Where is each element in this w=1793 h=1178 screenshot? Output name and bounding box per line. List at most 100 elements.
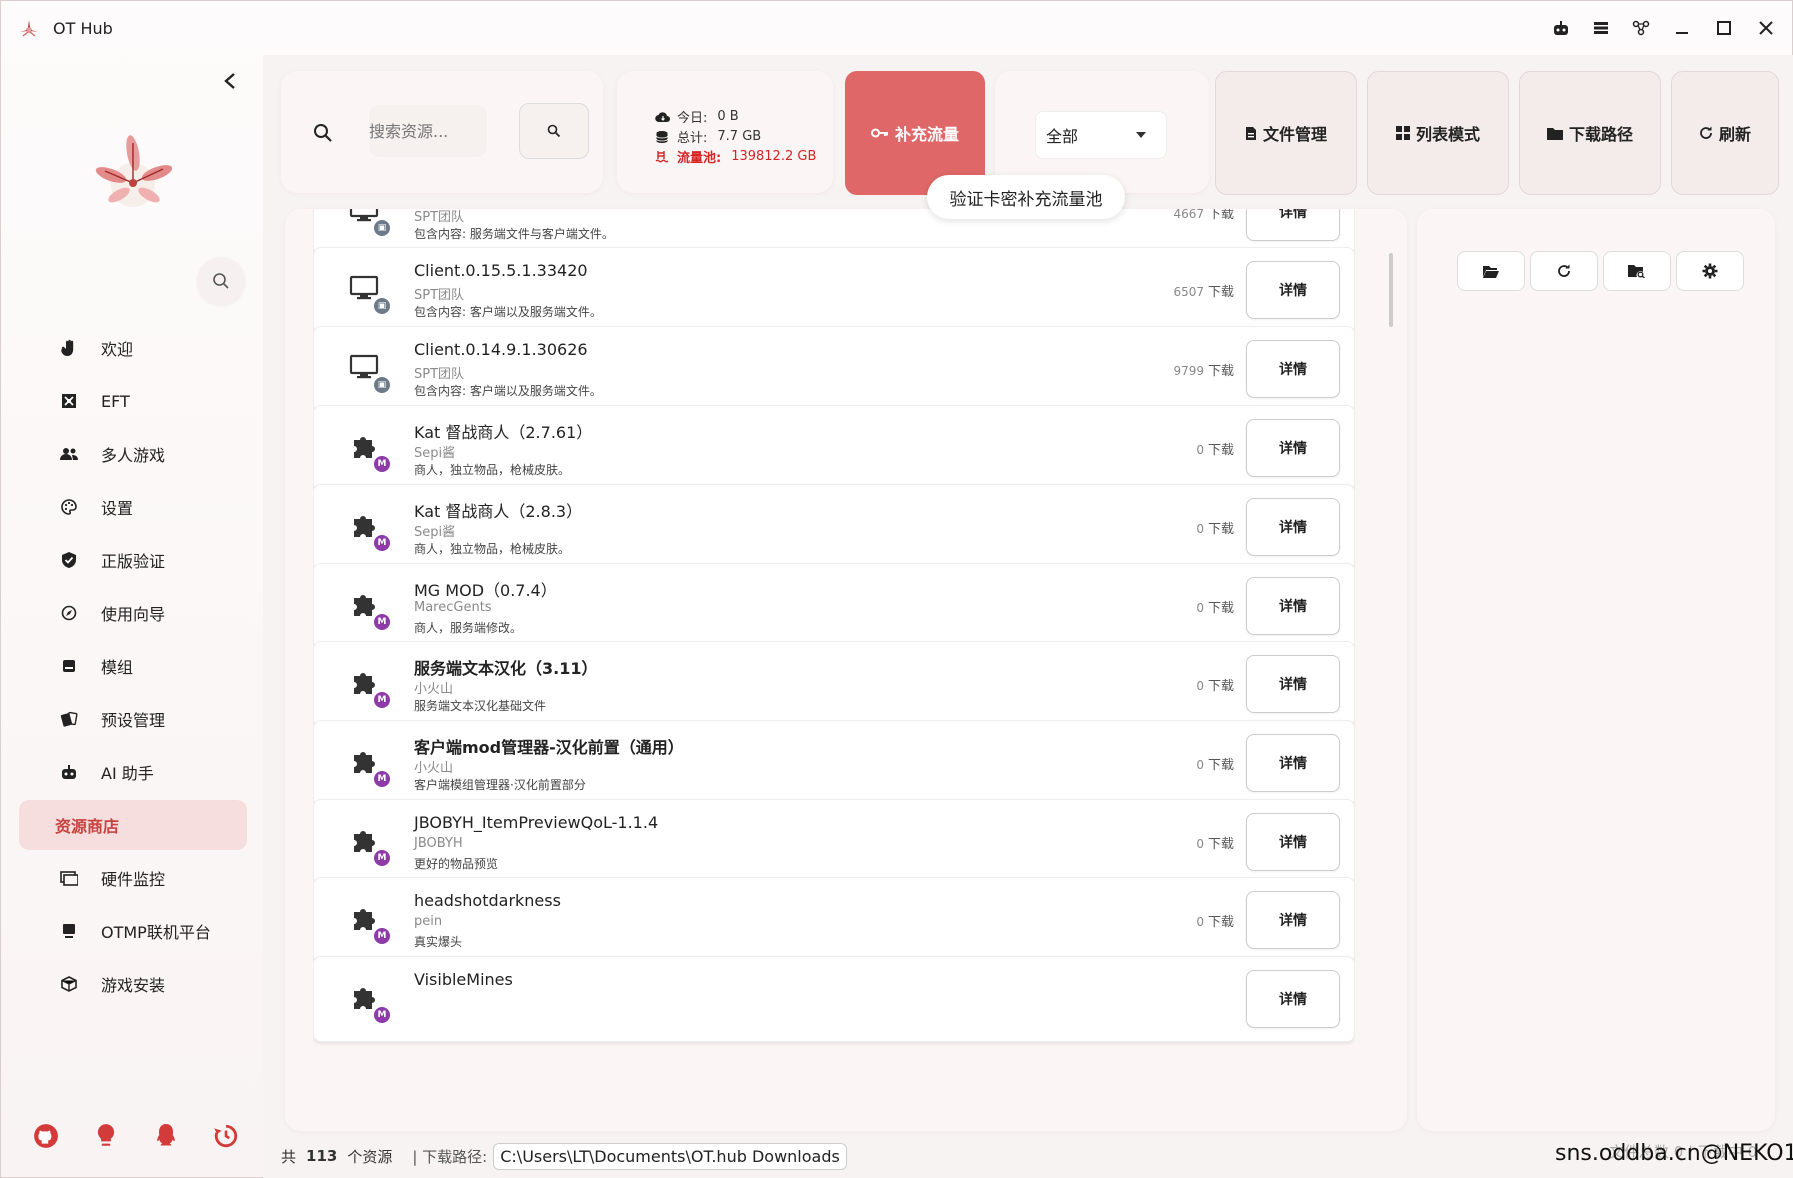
resource-description: 包含内容: 客户端以及服务端文件。 [414,384,602,398]
sidebar-item-label: EFT [101,391,130,411]
list-scrollbar[interactable] [1389,253,1393,327]
file-settings-button[interactable] [1676,251,1744,291]
reload-files-button[interactable] [1530,251,1598,291]
monitor-icon [348,272,380,304]
sidebar-item-label: 多人游戏 [101,446,166,465]
sidebar-item-welcome[interactable]: 欢迎 [19,323,247,373]
eft-icon [59,391,79,411]
sidebar-item-settings[interactable]: 设置 [19,482,247,532]
resource-row[interactable]: M 服务端文本汉化（3.11） 小火山 服务端文本汉化基础文件 0 下载 详情 [313,641,1355,727]
detail-button[interactable]: 详情 [1246,970,1340,1028]
resource-row[interactable]: ▣ Client.0.15.5.1.33420 SPT团队 包含内容: 客户端以及服务… [313,247,1355,333]
resource-description: 商人，独立物品，枪械皮肤。 [414,542,571,556]
resource-row[interactable]: M JBOBYH_ItemPreviewQoL-1.1.4 JBOBYH 更好的物品预… [313,799,1355,885]
sidebar-item-hardware-monitor[interactable]: 硬件监控 [19,853,247,903]
cloud-download-icon [655,110,671,124]
history-icon[interactable] [211,1121,241,1151]
folder-search-icon [1628,265,1645,278]
resource-description: 包含内容: 服务端文件与客户端文件。 [414,227,614,241]
refresh-icon [1699,126,1713,140]
sidebar-item-game-install[interactable]: 游戏安装 [19,959,247,1009]
category-filter-select[interactable]: 全部 [1035,111,1167,159]
sidebar-footer [31,1121,241,1151]
open-folder-button[interactable] [1457,251,1525,291]
detail-button[interactable]: 详情 [1246,209,1340,241]
download-count: 4667 下载 [1173,209,1234,222]
sidebar-item-label: 设置 [101,499,134,518]
sidebar-item-otmp-platform[interactable]: OTMP联机平台 [19,906,247,956]
folder-icon [1546,127,1563,140]
qq-icon[interactable] [151,1121,181,1151]
robot-icon[interactable] [1548,13,1574,43]
refresh-button[interactable]: 刷新 [1671,71,1779,195]
network-icon[interactable] [1628,13,1654,43]
resource-author: SPT团队 [414,367,465,382]
detail-button[interactable]: 详情 [1246,577,1340,635]
resource-name: Client.0.14.9.1.30626 [414,340,588,359]
resource-row[interactable]: M Kat 督战商人（2.7.61） Sepi酱 商人，独立物品，枪械皮肤。 0 下载 详情 [313,405,1355,491]
sidebar-item-verification[interactable]: 正版验证 [19,535,247,585]
download-count: 0 下载 [1196,443,1234,458]
detail-button[interactable]: 详情 [1246,419,1340,477]
sidebar: 欢迎 EFT 多人游戏 设置 正版验证 使用向导 模组 预设管理 AI 助手 资… [1,55,263,1178]
client-badge: ▣ [374,377,390,393]
detail-button[interactable]: 详情 [1246,261,1340,319]
resource-row[interactable]: M MG MOD（0.7.4） MarecGents 商人，服务端修改。 0 下载 详情 [313,563,1355,649]
github-icon[interactable] [31,1121,61,1151]
detail-button[interactable]: 详情 [1246,734,1340,792]
resource-row[interactable]: ▣ Client.0.14.9.1.30626 SPT团队包含内容: 客户端以及服务… [313,326,1355,412]
download-count: 0 下载 [1196,915,1234,930]
puzzle-icon [348,588,380,620]
resource-description: 商人，独立物品，枪械皮肤。 [414,463,571,477]
puzzle-icon [348,981,380,1013]
lightbulb-icon[interactable] [91,1121,121,1151]
sidebar-search-button[interactable] [197,257,245,305]
palette-icon [59,497,79,517]
sidebar-item-ai-assistant[interactable]: AI 助手 [19,747,247,797]
download-path-value[interactable]: C:\Users\LT\Documents\OT.hub Downloads [493,1142,847,1170]
resource-row[interactable]: M Kat 督战商人（2.8.3） Sepi酱 商人，独立物品，枪械皮肤。 0 下载 详情 [313,484,1355,570]
sidebar-collapse-icon[interactable] [223,71,237,96]
resource-name: VisibleMines [414,970,513,989]
search-icon [547,124,561,138]
detail-button[interactable]: 详情 [1246,813,1340,871]
sidebar-item-mods[interactable]: 模组 [19,641,247,691]
detail-button[interactable]: 详情 [1246,340,1340,398]
sidebar-item-label: 硬件监控 [101,870,166,889]
resource-row[interactable]: M VisibleMines 详情 [313,956,1355,1042]
sidebar-item-guide[interactable]: 使用向导 [19,588,247,638]
hand-icon [59,338,79,358]
list-mode-button[interactable]: 列表模式 [1367,71,1509,195]
sidebar-item-presets[interactable]: 预设管理 [19,694,247,744]
minimize-icon[interactable] [1668,13,1696,43]
database-icon[interactable] [1588,13,1614,43]
sidebar-item-multiplayer[interactable]: 多人游戏 [19,429,247,479]
detail-button[interactable]: 详情 [1246,891,1340,949]
resource-row[interactable]: M 客户端mod管理器-汉化前置（通用） 小火山 客户端模组管理器·汉化前置部分 0 下载… [313,720,1355,806]
resource-row[interactable]: Mheadshotdarkness pein 真实爆头 0 下载 详情 [313,877,1355,963]
close-icon[interactable] [1752,13,1780,43]
detail-button[interactable]: 详情 [1246,498,1340,556]
search-folder-button[interactable] [1603,251,1671,291]
stat-pool: 流量池: 139812.2 GB [655,147,816,166]
title-bar: OT Hub [1,1,1792,55]
sidebar-nav: 欢迎 EFT 多人游戏 设置 正版验证 使用向导 模组 预设管理 AI 助手 资… [19,323,247,1012]
monitor-icon [59,868,79,888]
file-manage-button[interactable]: 文件管理 [1215,71,1357,195]
detail-button[interactable]: 详情 [1246,655,1340,713]
sidebar-item-eft[interactable]: EFT [19,376,247,426]
resource-name: 客户端mod管理器-汉化前置（通用） [414,738,684,757]
resource-author: MarecGents [414,600,492,615]
maximize-icon[interactable] [1710,13,1738,43]
client-badge: ▣ [374,220,390,236]
resource-name: Kat 督战商人（2.8.3） [414,502,583,521]
window-controls [1548,13,1780,43]
sidebar-item-label: OTMP联机平台 [101,923,211,942]
grid-icon [1395,126,1410,140]
search-input[interactable] [369,105,487,157]
pool-icon [655,150,671,164]
download-path-button[interactable]: 下载路径 [1519,71,1661,195]
search-button[interactable] [519,103,589,159]
sidebar-item-resource-store[interactable]: 资源商店 [19,800,247,850]
download-count: 0 下载 [1196,758,1234,773]
